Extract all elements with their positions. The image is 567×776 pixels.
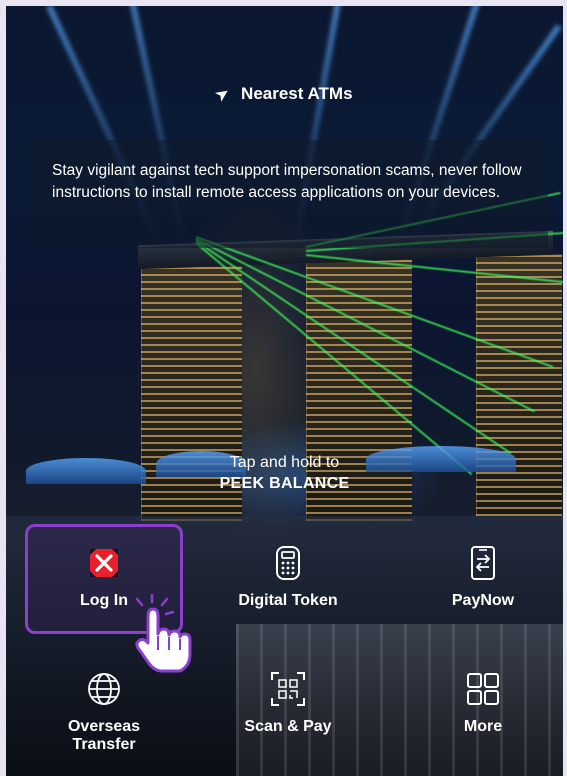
app-screen: ➤ Nearest ATMs Stay vigilant against tech… bbox=[6, 6, 563, 776]
digital-token-icon bbox=[203, 544, 373, 582]
peek-balance-label: PEEK BALANCE bbox=[219, 475, 350, 492]
qr-scan-icon bbox=[203, 670, 373, 708]
security-notice-text: Stay vigilant against tech support imper… bbox=[52, 162, 522, 201]
grid-icon bbox=[398, 670, 563, 708]
peek-hint-text: Tap and hold to bbox=[229, 454, 340, 471]
paynow-phone-icon bbox=[398, 544, 563, 582]
location-arrow-icon: ➤ bbox=[213, 83, 234, 105]
nearest-atms-link[interactable]: ➤ Nearest ATMs bbox=[6, 83, 563, 105]
overseas-transfer-button[interactable]: Overseas Transfer bbox=[19, 670, 189, 754]
dbs-logo-icon bbox=[19, 544, 189, 582]
overseas-transfer-label-1: Overseas bbox=[67, 718, 141, 735]
overseas-transfer-label-2: Transfer bbox=[72, 736, 136, 753]
security-notice: Stay vigilant against tech support imper… bbox=[30, 140, 548, 248]
more-label: More bbox=[463, 718, 503, 735]
digital-token-label: Digital Token bbox=[238, 592, 338, 609]
paynow-button[interactable]: PayNow bbox=[398, 544, 563, 610]
scan-pay-label: Scan & Pay bbox=[244, 718, 332, 735]
peek-balance-button[interactable]: Tap and hold to PEEK BALANCE bbox=[6, 454, 563, 493]
scan-pay-button[interactable]: Scan & Pay bbox=[203, 670, 373, 736]
digital-token-button[interactable]: Digital Token bbox=[203, 544, 373, 610]
paynow-label: PayNow bbox=[451, 592, 515, 609]
nearest-atms-label: Nearest ATMs bbox=[241, 84, 353, 103]
more-button[interactable]: More bbox=[398, 670, 563, 736]
hand-pointer-icon bbox=[132, 593, 194, 679]
